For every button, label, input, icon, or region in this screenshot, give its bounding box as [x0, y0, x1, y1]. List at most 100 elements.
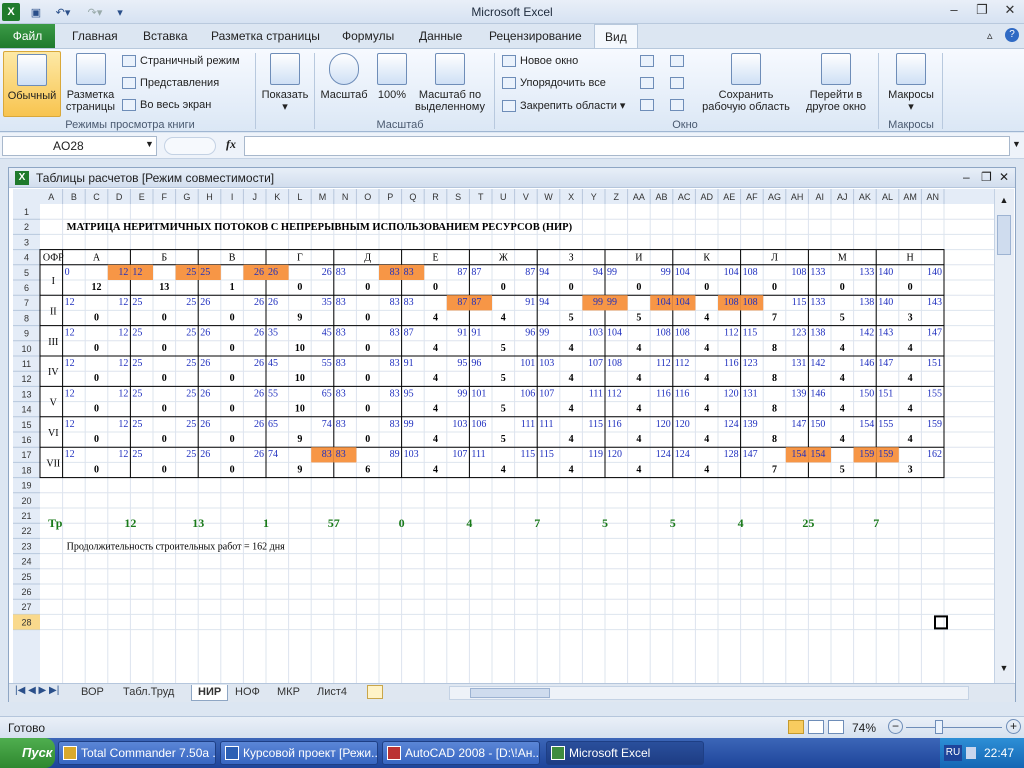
vertical-scrollbar[interactable]: ▲ ▼ — [994, 189, 1014, 683]
save-workspace-label-1: Сохранить — [718, 89, 774, 101]
new-window-button[interactable]: Новое окно — [502, 55, 578, 67]
tray-icon[interactable] — [966, 747, 976, 759]
sheet-tab-tabl-trud[interactable]: Табл.Труд — [117, 685, 180, 701]
start-value: 94 — [539, 267, 549, 278]
column-header: Z — [614, 192, 620, 202]
expand-formula-bar-icon[interactable]: ▼ — [1012, 139, 1021, 149]
zoom-slider-thumb[interactable] — [935, 720, 943, 734]
full-screen-button[interactable]: Во весь экран — [122, 99, 211, 111]
zoom-slider-track[interactable] — [906, 727, 1002, 728]
custom-views-button[interactable]: Представления — [122, 77, 219, 89]
normal-view-button[interactable]: Обычный — [3, 51, 61, 117]
start-value: 108 — [743, 267, 758, 278]
tab-view[interactable]: Вид — [594, 24, 638, 49]
page-layout-status-icon[interactable] — [808, 720, 824, 734]
restore-icon[interactable]: ❐ — [968, 0, 996, 20]
start-value: 25 — [132, 419, 142, 430]
start-value: 120 — [675, 419, 690, 430]
zoom-in-icon[interactable]: + — [1006, 719, 1021, 734]
macros-button[interactable]: Макросы ▾ — [882, 51, 940, 113]
column-header: AK — [859, 192, 871, 202]
tab-formulas[interactable]: Формулы — [342, 29, 394, 43]
collapse-ribbon-icon[interactable]: ▵ — [987, 29, 993, 42]
show-button[interactable]: Показать ▾ — [258, 51, 312, 113]
start-value: 107 — [539, 388, 554, 399]
close-icon[interactable]: ✕ — [996, 0, 1024, 20]
arrange-all-button[interactable]: Упорядочить все — [502, 77, 606, 89]
horizontal-scroll-thumb[interactable] — [470, 688, 550, 698]
end-value: 103 — [588, 328, 603, 339]
name-box[interactable]: AO28 — [2, 136, 157, 156]
save-workspace-button[interactable]: Сохранить рабочую область — [696, 51, 796, 113]
row-header: 21 — [21, 511, 31, 521]
row-header: 3 — [24, 237, 29, 247]
zoom-out-icon[interactable]: − — [888, 719, 903, 734]
end-value: 154 — [859, 419, 874, 430]
unhide-window-button[interactable] — [640, 99, 658, 111]
start-button[interactable]: Пуск — [0, 738, 55, 768]
sheet-tab-mkr[interactable]: МКР — [271, 685, 306, 701]
tab-page-layout[interactable]: Разметка страницы — [211, 29, 320, 43]
sheet-nav-icons[interactable]: |◀ ◀ ▶ ▶| — [15, 685, 59, 696]
language-indicator[interactable]: RU — [944, 745, 962, 761]
end-value: 111 — [521, 419, 535, 430]
workbook-close-icon[interactable]: ✕ — [999, 170, 1009, 184]
workbook-minimize-icon[interactable]: – — [963, 170, 970, 184]
taskbar-total-commander[interactable]: Total Commander 7.50a ... — [58, 741, 216, 765]
view-side-by-side-button[interactable] — [670, 55, 688, 67]
tab-data[interactable]: Данные — [419, 29, 462, 43]
hide-window-button[interactable] — [640, 77, 658, 89]
start-value: 147 — [743, 449, 758, 460]
horizontal-scrollbar[interactable] — [449, 686, 969, 700]
normal-view-status-icon[interactable] — [788, 720, 804, 734]
reset-window-position-button[interactable] — [670, 99, 688, 111]
sheet-tab-vor[interactable]: ВОР — [75, 685, 110, 701]
worksheet-grid[interactable]: A B C D E F G H I J K L M N O P Q R S T U V W X Y Z AA AB AC AD AE AF AG… — [13, 189, 994, 683]
tab-review[interactable]: Рецензирование — [489, 29, 582, 43]
sheet-tab-nir[interactable]: НИР — [191, 685, 229, 701]
start-value: 143 — [878, 328, 893, 339]
freeze-panes-button[interactable]: Закрепить области ▾ — [502, 99, 625, 112]
vertical-scroll-thumb[interactable] — [997, 215, 1011, 255]
page-break-status-icon[interactable] — [828, 720, 844, 734]
column-header: O — [364, 192, 371, 202]
scroll-up-icon[interactable]: ▲ — [997, 195, 1011, 209]
start-value: 115 — [743, 328, 758, 339]
name-box-dropdown-icon[interactable]: ▼ — [145, 139, 154, 149]
zoom-button[interactable]: Масштаб — [318, 51, 370, 101]
macros-icon — [896, 53, 926, 85]
synchronous-scroll-button[interactable] — [670, 77, 688, 89]
taskbar-word[interactable]: Курсовой проект [Режи... — [220, 741, 378, 765]
taskbar-excel[interactable]: Microsoft Excel — [546, 741, 704, 765]
taskbar-autocad[interactable]: AutoCAD 2008 - [D:\!Ан... — [382, 741, 540, 765]
start-value: 83 — [336, 358, 346, 369]
tp-value: 0 — [399, 516, 405, 530]
formula-bar-handle[interactable] — [164, 137, 216, 155]
page-layout-button[interactable]: Разметка страницы — [63, 51, 118, 113]
start-value: 25 — [200, 267, 210, 278]
formula-input[interactable] — [244, 136, 1010, 156]
tab-file[interactable]: Файл — [0, 24, 55, 48]
sheet-tab-list4[interactable]: Лист4 — [311, 685, 353, 701]
tab-home[interactable]: Главная — [72, 29, 118, 43]
duration-value: 0 — [365, 343, 370, 354]
zoom-100-button[interactable]: 100% — [372, 51, 412, 101]
zoom-to-selection-button[interactable]: Масштаб по выделенному — [412, 51, 488, 113]
switch-windows-button[interactable]: Перейти в другое окно — [796, 51, 876, 113]
insert-function-icon[interactable]: fx — [226, 137, 236, 152]
column-header: AC — [678, 192, 691, 202]
start-value: 108 — [743, 297, 758, 308]
workbook-restore-icon[interactable]: ❐ — [981, 170, 992, 184]
sheet-tab-nof[interactable]: НОФ — [229, 685, 266, 701]
minimize-icon[interactable]: – — [940, 0, 968, 20]
zoom-level[interactable]: 74% — [852, 721, 876, 735]
scroll-down-icon[interactable]: ▼ — [997, 663, 1011, 677]
split-button[interactable] — [640, 55, 658, 67]
page-break-view-button[interactable]: Страничный режим — [122, 55, 240, 67]
insert-sheet-icon[interactable] — [367, 685, 383, 699]
tab-insert[interactable]: Вставка — [143, 29, 188, 43]
help-icon[interactable]: ? — [1005, 28, 1019, 42]
duration-value: 1 — [230, 282, 235, 293]
selected-cell[interactable] — [934, 615, 948, 630]
end-value: 45 — [322, 328, 332, 339]
